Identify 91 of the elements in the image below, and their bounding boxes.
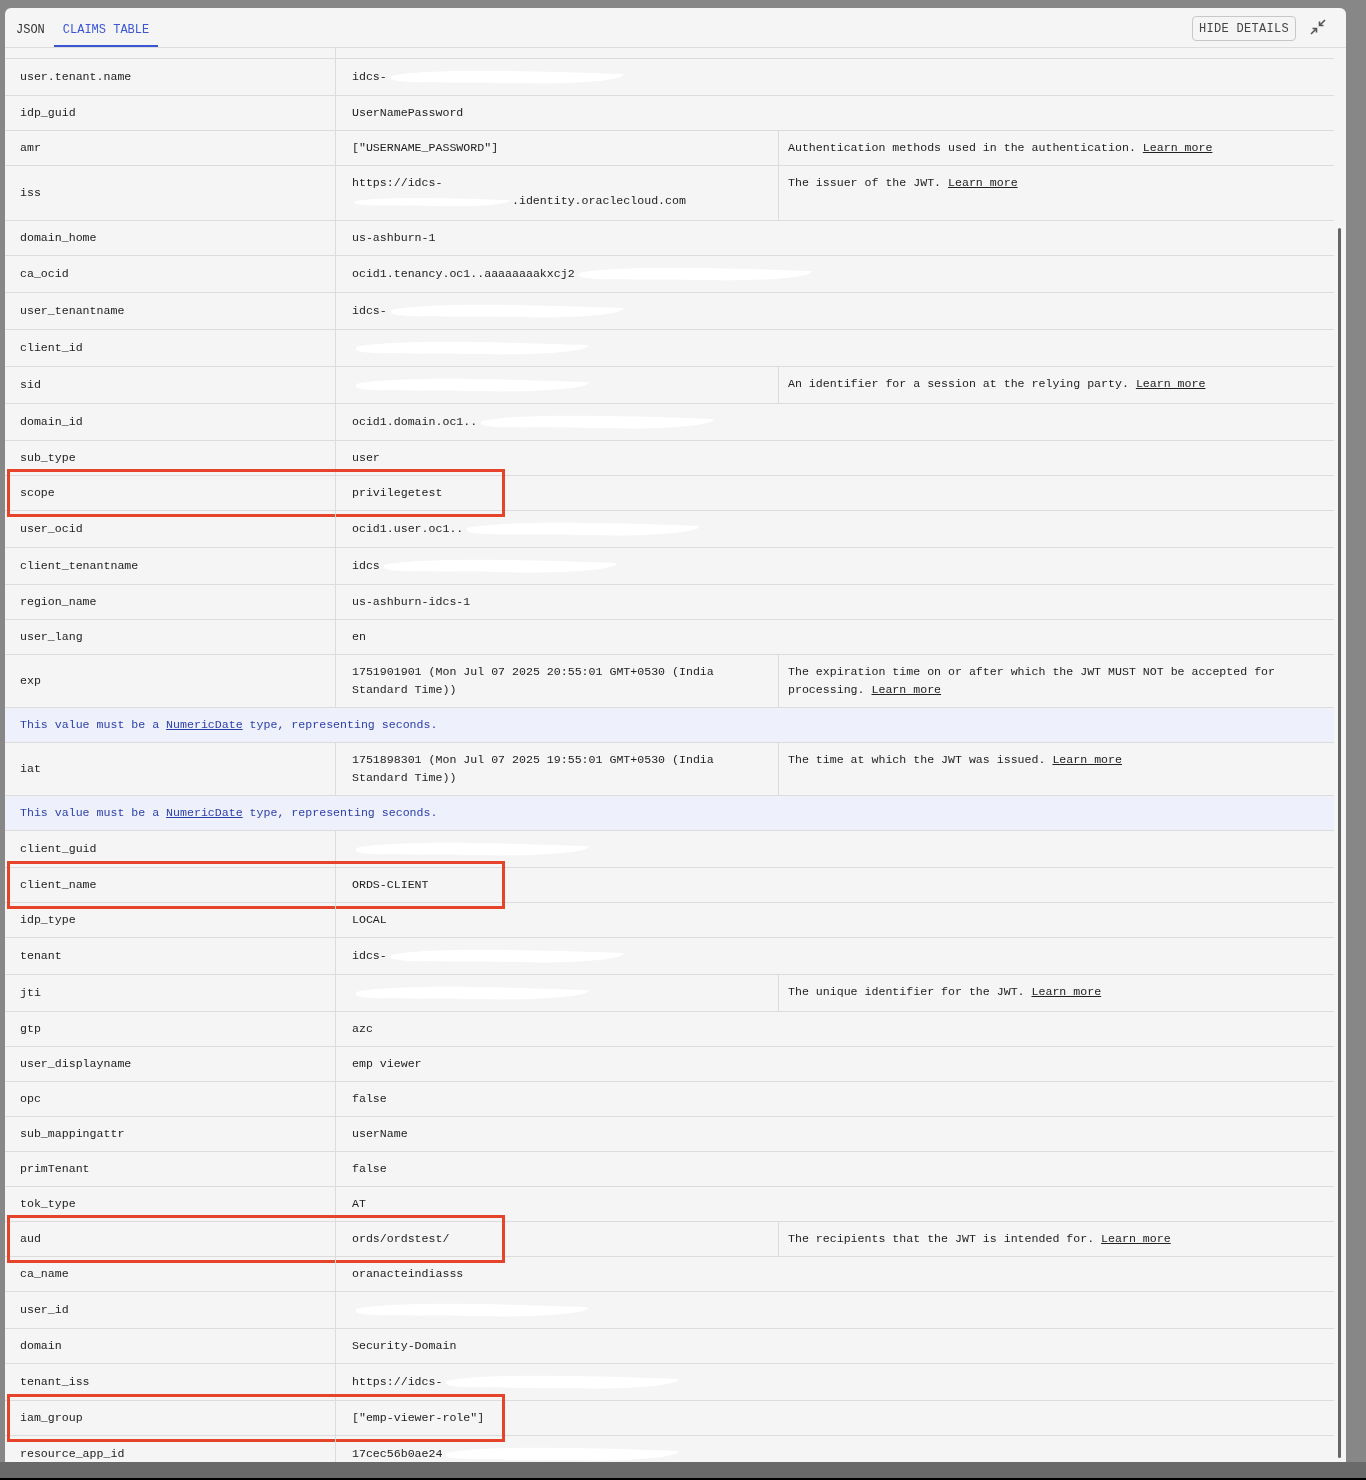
learn-more-link[interactable]: Learn more — [1135, 377, 1206, 390]
description-text: The time at which the JWT was issued. Learn more — [788, 752, 1123, 768]
claim-name: sub_type — [20, 450, 76, 466]
claim-value: idcs — [352, 559, 380, 573]
description-text: The expiration time on or after which the JWT MUST NOT be accepted for processing. Learn more — [788, 664, 1277, 698]
tab[interactable]: JSON — [7, 15, 54, 47]
claim-name: gtp — [20, 1021, 41, 1037]
claim-value: false — [352, 1092, 387, 1105]
learn-more-link[interactable]: Learn more — [871, 683, 942, 696]
note-text: This value must be a NumericDate type, representing seconds. — [20, 717, 438, 734]
claim-name: exp — [20, 673, 41, 689]
claim-value: en — [352, 630, 366, 643]
claim-value: ["USERNAME_PASSWORD"] — [352, 141, 499, 154]
learn-more-link[interactable]: Learn more — [948, 176, 1018, 189]
claim-name: user_id — [20, 1302, 69, 1318]
claim-name: resource_app_id — [20, 1446, 125, 1462]
note-text: This value must be a NumericDate type, representing seconds. — [20, 805, 438, 822]
claim-name: primTenant — [20, 1161, 90, 1177]
claim-value: https://idcs- — [352, 1375, 443, 1389]
description-text: The issuer of the JWT. Learn more — [788, 175, 1019, 191]
claim-name: user_displayname — [20, 1056, 132, 1072]
claim-name: idp_type — [20, 912, 76, 928]
claim-name: iam_group — [20, 1410, 83, 1426]
learn-more-link[interactable]: Learn more — [1142, 141, 1213, 154]
claim-value: us-ashburn-1 — [352, 231, 436, 244]
description-text: An identifier for a session at the relying party. Learn more — [788, 376, 1207, 392]
hide-details-button[interactable]: HIDE DETAILS — [1192, 16, 1296, 41]
claim-value: ocid1.user.oc1.. — [352, 522, 464, 536]
learn-more-link[interactable]: Learn more — [1052, 753, 1122, 766]
claim-name: tok_type — [20, 1196, 76, 1212]
claim-name: amr — [20, 140, 41, 156]
claim-value: https://idcs- — [352, 176, 443, 189]
claim-value: ocid1.domain.oc1.. — [352, 415, 478, 429]
claim-value: ["emp-viewer-role"] — [352, 1411, 485, 1424]
claim-name: ca_ocid — [20, 266, 69, 282]
claim-value: idcs- — [352, 70, 387, 84]
claim-name: tenant_iss — [20, 1374, 90, 1390]
claim-value: user — [352, 451, 380, 464]
description-text: The unique identifier for the JWT. Learn more — [788, 984, 1103, 1000]
claim-name: user_lang — [20, 629, 83, 645]
claim-name: jti — [20, 985, 41, 1001]
claim-value: Security-Domain — [352, 1339, 457, 1352]
claim-name: idp_guid — [20, 105, 76, 121]
claim-name: domain_id — [20, 414, 83, 430]
claim-value: emp viewer — [352, 1057, 422, 1070]
claim-value: ocid1.tenancy.oc1..aaaaaaaakxcj2 — [352, 267, 575, 281]
claim-name: client_id — [20, 340, 83, 356]
claim-value: idcs- — [352, 949, 387, 963]
claim-value: idcs- — [352, 304, 387, 318]
claim-value: azc — [352, 1022, 373, 1035]
learn-more-link[interactable]: Learn more — [1031, 985, 1102, 998]
claim-name: client_tenantname — [20, 558, 139, 574]
claim-name: iat — [20, 761, 41, 777]
claim-name: iss — [20, 185, 41, 201]
claim-name: client_name — [20, 877, 97, 893]
claim-value: ORDS-CLIENT — [352, 878, 429, 891]
claim-name: user_ocid — [20, 521, 83, 537]
claim-value: 1751901901 (Mon Jul 07 2025 20:55:01 GMT+0530 (India Standard Time)) — [352, 665, 714, 696]
claim-value: false — [352, 1162, 387, 1175]
claim-name: sid — [20, 377, 41, 393]
claim-value: oranacteindiasss — [352, 1267, 464, 1280]
claim-name: client_guid — [20, 841, 97, 857]
claim-value: ords/ordstest/ — [352, 1232, 450, 1245]
claim-value: us-ashburn-idcs-1 — [352, 595, 471, 608]
claim-name: region_name — [20, 594, 97, 610]
link[interactable]: NumericDate — [166, 718, 243, 732]
claim-name: user.tenant.name — [20, 69, 132, 85]
claim-name: tenant — [20, 948, 62, 964]
claim-value: userName — [352, 1127, 408, 1140]
claim-value: .identity.oraclecloud.com — [512, 193, 687, 209]
claim-name: domain — [20, 1338, 62, 1354]
claim-value: 17cec56b0ae24 — [352, 1447, 443, 1461]
claim-value: AT — [352, 1197, 366, 1210]
learn-more-link[interactable]: Learn more — [1101, 1232, 1171, 1245]
collapse-icon[interactable] — [1310, 19, 1326, 35]
description-text: Authentication methods used in the authentication. Learn more — [788, 140, 1214, 156]
claim-name: user_tenantname — [20, 303, 125, 319]
claim-value: LOCAL — [352, 913, 387, 926]
claim-value: 1751898301 (Mon Jul 07 2025 19:55:01 GMT+0530 (India Standard Time)) — [352, 753, 714, 784]
claim-name: opc — [20, 1091, 41, 1107]
description-text: The recipients that the JWT is intended for. Learn more — [788, 1231, 1172, 1247]
claim-value: UserNamePassword — [352, 106, 464, 119]
claim-name: sub_mappingattr — [20, 1126, 125, 1142]
claim-name: ca_name — [20, 1266, 69, 1282]
claim-name: domain_home — [20, 230, 97, 246]
claim-value: privilegetest — [352, 486, 443, 499]
claim-name: scope — [20, 485, 55, 501]
claim-name: aud — [20, 1231, 41, 1247]
link[interactable]: NumericDate — [166, 806, 243, 820]
tab[interactable]: CLAIMS TABLE — [53, 15, 159, 47]
scrollbar-thumb[interactable] — [1338, 228, 1341, 1458]
